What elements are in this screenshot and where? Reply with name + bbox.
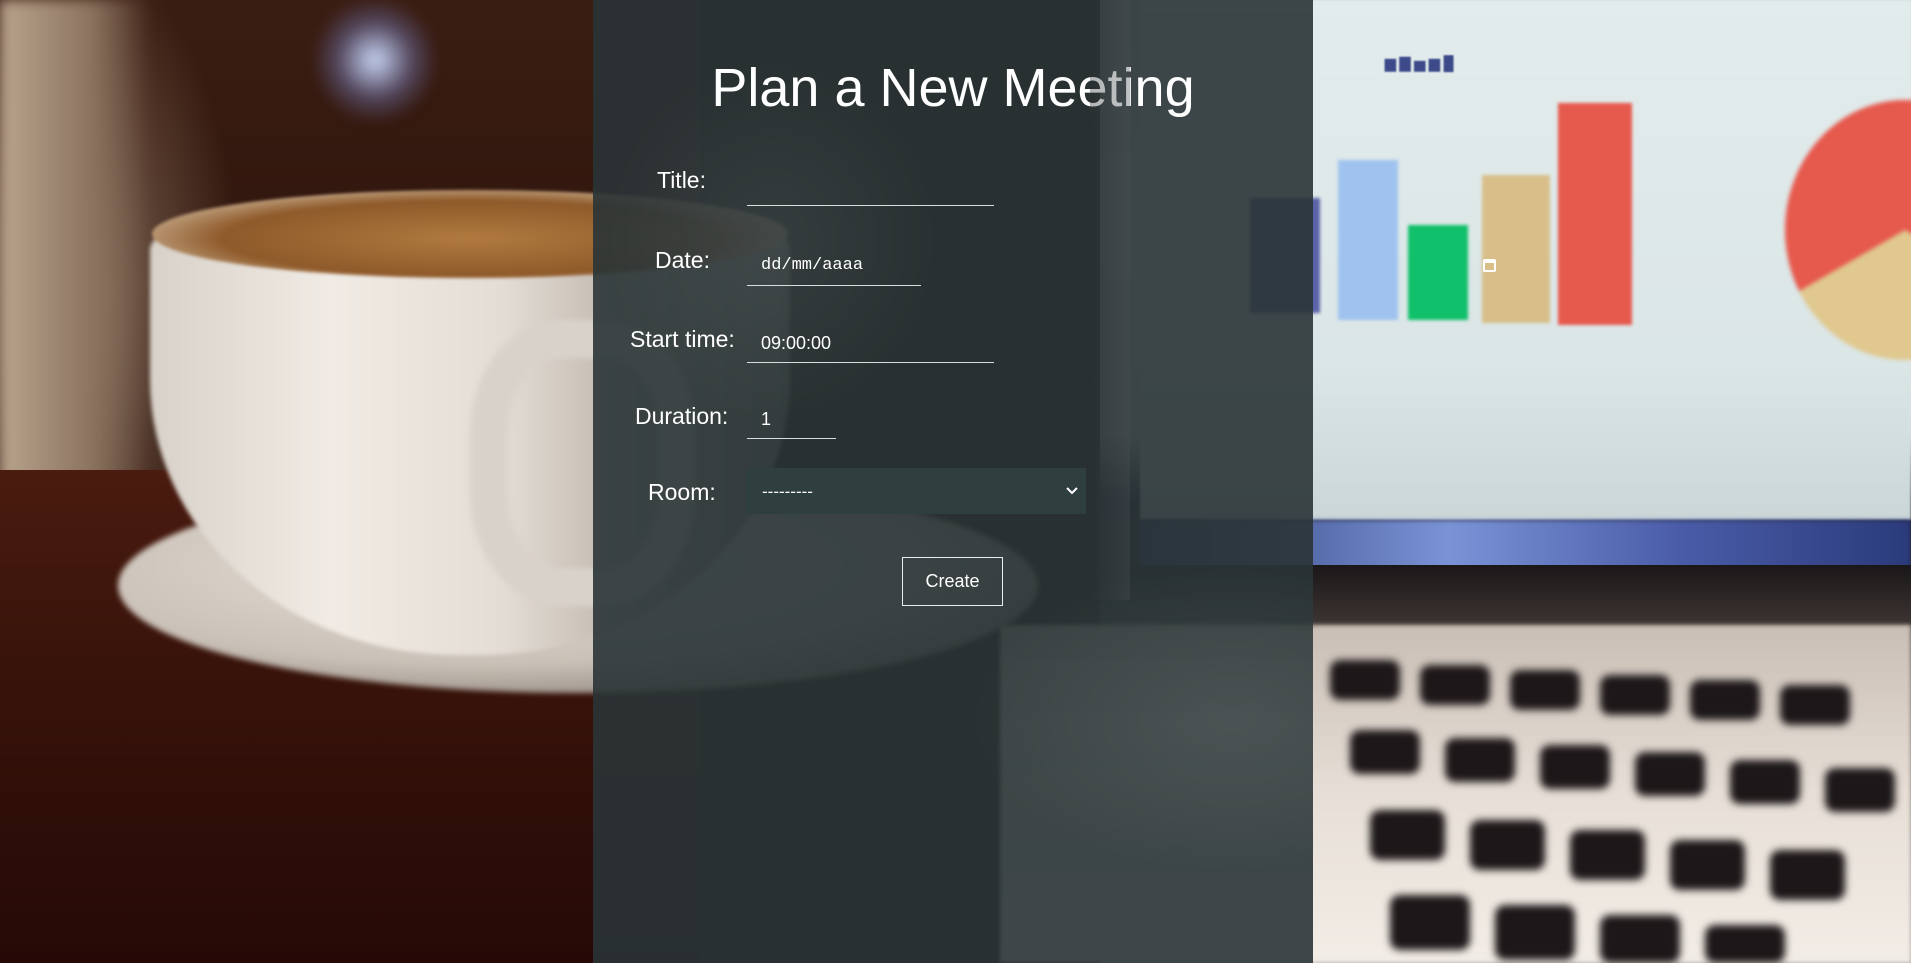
- background-key: [1705, 925, 1785, 963]
- duration-row: Duration:: [593, 393, 1313, 443]
- background-wall-light: [0, 0, 150, 520]
- background-key: [1690, 680, 1760, 720]
- page-root: ▆ ▇ ▅ ▆ █ Plan a New Meeting Title: Date…: [0, 0, 1911, 963]
- background-bar: [1408, 225, 1468, 320]
- background-key: [1470, 820, 1545, 870]
- background-key: [1350, 730, 1420, 774]
- room-select[interactable]: ---------: [746, 468, 1086, 514]
- title-label: Title:: [657, 167, 706, 193]
- title-input[interactable]: [747, 168, 994, 206]
- background-key: [1510, 670, 1580, 710]
- background-key: [1780, 685, 1850, 725]
- date-row: Date:: [593, 238, 1496, 288]
- background-window-glow: [315, 0, 435, 120]
- background-key: [1540, 745, 1610, 789]
- background-screen-chart: ▆ ▇ ▅ ▆ █: [1385, 55, 1454, 71]
- background-key: [1600, 675, 1670, 715]
- start-time-label: Start time:: [630, 326, 735, 352]
- date-input[interactable]: [747, 246, 921, 286]
- background-key: [1330, 660, 1400, 700]
- create-button[interactable]: Create: [902, 557, 1003, 606]
- start-time-input[interactable]: [747, 325, 994, 363]
- background-key: [1600, 915, 1680, 963]
- background-key: [1635, 752, 1705, 796]
- title-row: Title:: [593, 160, 1313, 210]
- room-select-value: ---------: [762, 482, 813, 501]
- chevron-down-icon: [1066, 487, 1078, 495]
- background-bar: [1338, 160, 1398, 320]
- background-key: [1370, 810, 1445, 860]
- background-key: [1495, 905, 1575, 960]
- background-key: [1390, 895, 1470, 950]
- duration-label: Duration:: [635, 403, 729, 429]
- background-key: [1730, 760, 1800, 804]
- background-laptop-lid: [1090, 0, 1130, 600]
- duration-input[interactable]: [747, 401, 836, 439]
- background-key: [1570, 830, 1645, 880]
- background-key: [1770, 850, 1845, 900]
- background-bar: [1558, 103, 1632, 325]
- background-key: [1420, 665, 1490, 705]
- background-key: [1445, 738, 1515, 782]
- background-bar: [1482, 175, 1550, 323]
- page-title: Plan a New Meeting: [711, 58, 1195, 118]
- date-label: Date:: [655, 247, 710, 273]
- calendar-icon[interactable]: [1483, 259, 1496, 272]
- room-label: Room:: [648, 479, 716, 505]
- background-key: [1825, 768, 1895, 812]
- background-key: [1670, 840, 1745, 890]
- start-time-row: Start time:: [593, 317, 1313, 367]
